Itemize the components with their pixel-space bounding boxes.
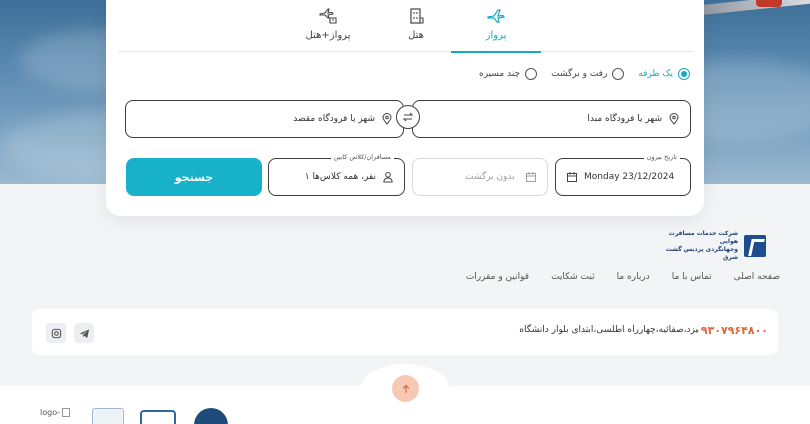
user-icon <box>383 172 393 183</box>
footer-link-home[interactable]: صفحه اصلی <box>734 272 780 282</box>
company-logo-icon <box>744 235 766 257</box>
tab-bar: پرواز هتل پرواز+هتل <box>118 0 692 53</box>
calendar-icon <box>567 172 577 182</box>
origin-field[interactable]: شهر یا فرودگاه مبدا <box>412 100 691 138</box>
address: یزد،صفائیه،چهارراه اطلسی،ابتدای بلوار دا… <box>519 325 698 335</box>
radio-round-trip[interactable]: رفت و برگشت <box>551 66 625 82</box>
passengers-field[interactable]: مسافران/کلاس کابین ۱ نفر، همه کلاس‌ها <box>268 153 405 196</box>
airplane-icon <box>487 9 506 23</box>
radio-multi-city[interactable]: چند مسیره <box>479 66 538 82</box>
swap-icon <box>402 112 414 122</box>
footer-link-contact[interactable]: تماس با ما <box>672 272 712 282</box>
return-date-field[interactable]: بدون برگشت <box>412 158 548 196</box>
calendar-icon <box>526 172 536 182</box>
airplane-wing <box>690 0 810 17</box>
company-brand[interactable]: شرکت خدمات مسافرت هوایی وجهانگردی پردیس … <box>662 230 766 262</box>
trip-type-group: یک طرفه رفت و برگشت چند مسیره <box>479 66 690 82</box>
destination-field[interactable]: شهر یا فرودگاه مقصد <box>125 100 404 138</box>
scroll-to-top-button[interactable] <box>392 375 419 402</box>
footer-nav: صفحه اصلی تماس با ما درباره ما ثبت شکایت… <box>466 272 780 282</box>
search-card: پرواز هتل پرواز+هتل یک طرفه رفت و برگشت … <box>106 0 704 216</box>
footer-link-about[interactable]: درباره ما <box>617 272 650 282</box>
footer-link-complaint[interactable]: ثبت شکایت <box>551 272 595 282</box>
instagram-link[interactable] <box>46 323 66 343</box>
broken-logo-image: logo- <box>40 408 71 417</box>
tab-hotel[interactable]: هتل <box>371 4 461 52</box>
arrow-up-icon <box>402 384 409 393</box>
hotel-icon <box>410 8 424 24</box>
tab-flight-hotel[interactable]: پرواز+هتل <box>283 4 373 52</box>
partner-logo-certificate[interactable] <box>92 408 124 424</box>
footer-link-terms[interactable]: قوانین و مقررات <box>466 272 529 282</box>
location-pin-icon <box>382 113 392 125</box>
location-pin-icon <box>669 113 679 125</box>
phone-number[interactable]: ۰۹۳۰۷۹۶۴۸۰۰ <box>694 324 768 337</box>
depart-date-field[interactable]: تاریخ بیرون Monday 23/12/2024 <box>555 153 691 196</box>
contact-bar: ۰۹۳۰۷۹۶۴۸۰۰ یزد،صفائیه،چهارراه اطلسی،ابت… <box>32 309 778 355</box>
tab-flight[interactable]: پرواز <box>451 4 541 53</box>
telegram-link[interactable] <box>74 323 94 343</box>
radio-one-way[interactable]: یک طرفه <box>638 66 690 82</box>
search-button[interactable]: جستجو <box>126 158 262 196</box>
swap-route-button[interactable] <box>396 105 420 129</box>
partner-logo-airline[interactable] <box>140 410 176 424</box>
telegram-icon <box>79 328 89 338</box>
flight-hotel-icon <box>319 8 337 24</box>
instagram-icon <box>51 328 61 338</box>
